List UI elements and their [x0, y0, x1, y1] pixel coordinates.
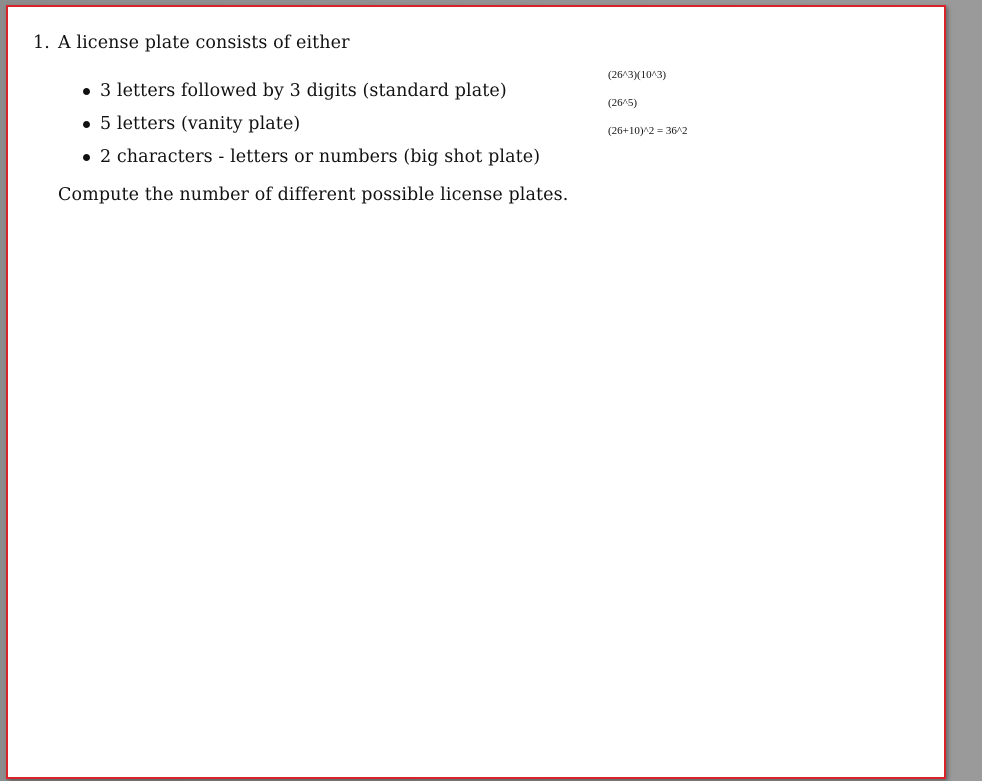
problem-number: 1. — [33, 33, 50, 53]
bullet-icon — [83, 154, 90, 161]
problem-question: Compute the number of different possible… — [58, 185, 569, 205]
problem-intro: A license plate consists of either — [58, 33, 350, 53]
option-big-shot-plate: 2 characters - letters or numbers (big s… — [100, 147, 541, 167]
document-page: 1. A license plate consists of either 3 … — [6, 5, 946, 779]
plate-options-list: 3 letters followed by 3 digits (standard… — [81, 75, 540, 174]
annotation-vanity: (26^5) — [608, 97, 637, 109]
annotation-standard: (26^3)(10^3) — [608, 69, 666, 81]
annotation-big-shot: (26+10)^2 = 36^2 — [608, 125, 688, 137]
bullet-icon — [83, 121, 90, 128]
list-item: 2 characters - letters or numbers (big s… — [81, 141, 540, 174]
list-item: 5 letters (vanity plate) — [81, 108, 540, 141]
list-item: 3 letters followed by 3 digits (standard… — [81, 75, 540, 108]
option-standard-plate: 3 letters followed by 3 digits (standard… — [100, 81, 507, 101]
problem-1: 1. A license plate consists of either 3 … — [33, 33, 568, 205]
option-vanity-plate: 5 letters (vanity plate) — [100, 114, 301, 134]
problem-intro-line: 1. A license plate consists of either — [33, 33, 350, 53]
document-viewer: 1. A license plate consists of either 3 … — [0, 0, 982, 781]
bullet-icon — [83, 88, 90, 95]
